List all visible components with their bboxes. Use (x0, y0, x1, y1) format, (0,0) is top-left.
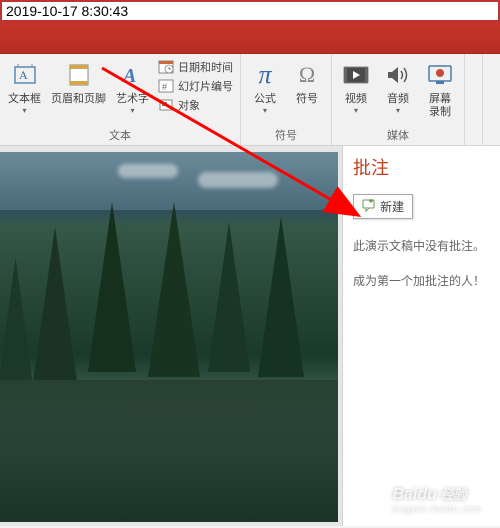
group-label-media: 媒体 (336, 125, 460, 145)
video-icon (340, 59, 372, 91)
dropdown-caret-icon: ▾ (396, 106, 400, 115)
object-button[interactable]: 对象 (155, 96, 236, 114)
screen-recording-label: 屏幕 录制 (429, 93, 451, 119)
svg-text:A: A (19, 68, 28, 82)
wordart-label: 艺术字 (116, 93, 149, 106)
equation-label: 公式 (254, 93, 276, 106)
audio-label: 音频 (387, 93, 409, 106)
object-label: 对象 (178, 97, 200, 113)
ribbon-group-symbols: π 公式 ▾ Ω 符号 符号 (241, 54, 332, 145)
group-label-symbols: 符号 (245, 125, 327, 145)
symbol-icon: Ω (291, 59, 323, 91)
slide-number-icon: # (158, 78, 174, 94)
datetime-icon (158, 59, 174, 75)
equation-icon: π (249, 59, 281, 91)
ribbon-title-area (0, 22, 500, 54)
header-footer-icon (63, 59, 95, 91)
new-comment-button[interactable]: 新建 (353, 194, 413, 219)
watermark-brand: Baidu (392, 486, 436, 503)
textbox-button[interactable]: A 文本框 ▾ (4, 56, 45, 118)
header-footer-button[interactable]: 页眉和页脚 (47, 56, 110, 109)
datetime-button[interactable]: 日期和时间 (155, 58, 236, 76)
timestamp-text: 2019-10-17 8:30:43 (6, 3, 128, 19)
dropdown-caret-icon: ▾ (130, 106, 134, 115)
dropdown-caret-icon: ▾ (263, 106, 267, 115)
watermark: Baidu 经验 jingyan.baidu.com (392, 484, 482, 514)
group-label-text: 文本 (4, 125, 236, 145)
textbox-icon: A (9, 59, 41, 91)
svg-text:#: # (162, 82, 167, 92)
svg-text:A: A (121, 65, 136, 87)
object-icon (158, 97, 174, 113)
watermark-sub: jingyan.baidu.com (392, 504, 482, 514)
dropdown-caret-icon: ▾ (354, 106, 358, 115)
slide-image (0, 152, 338, 522)
equation-button[interactable]: π 公式 ▾ (245, 56, 285, 118)
wordart-icon: A (117, 59, 149, 91)
datetime-label: 日期和时间 (178, 59, 233, 75)
text-small-stack: 日期和时间 # 幻灯片编号 对象 (155, 56, 236, 114)
screen-recording-button[interactable]: 屏幕 录制 (420, 56, 460, 122)
header-footer-label: 页眉和页脚 (51, 93, 106, 106)
ribbon-group-overflow (465, 54, 483, 145)
new-comment-label: 新建 (380, 198, 404, 215)
screen-recording-icon (424, 59, 456, 91)
timestamp-bar: 2019-10-17 8:30:43 (0, 0, 500, 22)
audio-icon (382, 59, 414, 91)
video-label: 视频 (345, 93, 367, 106)
slide-number-label: 幻灯片编号 (178, 78, 233, 94)
audio-button[interactable]: 音频 ▾ (378, 56, 418, 118)
slide-canvas-area[interactable] (0, 146, 342, 526)
comments-empty-line2: 成为第一个加批注的人！ (353, 272, 490, 291)
symbol-button[interactable]: Ω 符号 (287, 56, 327, 109)
comments-pane: 批注 新建 此演示文稿中没有批注。 成为第一个加批注的人！ (342, 146, 500, 526)
ribbon: A 文本框 ▾ 页眉和页脚 A 艺术字 ▾ (0, 54, 500, 146)
ribbon-group-text: A 文本框 ▾ 页眉和页脚 A 艺术字 ▾ (0, 54, 241, 145)
wordart-button[interactable]: A 艺术字 ▾ (112, 56, 153, 118)
comments-empty-line1: 此演示文稿中没有批注。 (353, 237, 490, 256)
ribbon-group-media: 视频 ▾ 音频 ▾ 屏幕 录制 媒体 (332, 54, 465, 145)
textbox-label: 文本框 (8, 93, 41, 106)
comments-pane-title: 批注 (353, 154, 490, 180)
video-button[interactable]: 视频 ▾ (336, 56, 376, 118)
slide-number-button[interactable]: # 幻灯片编号 (155, 77, 236, 95)
symbol-label: 符号 (296, 93, 318, 106)
new-comment-icon (362, 198, 376, 215)
dropdown-caret-icon: ▾ (22, 106, 26, 115)
content-row: 批注 新建 此演示文稿中没有批注。 成为第一个加批注的人！ (0, 146, 500, 526)
